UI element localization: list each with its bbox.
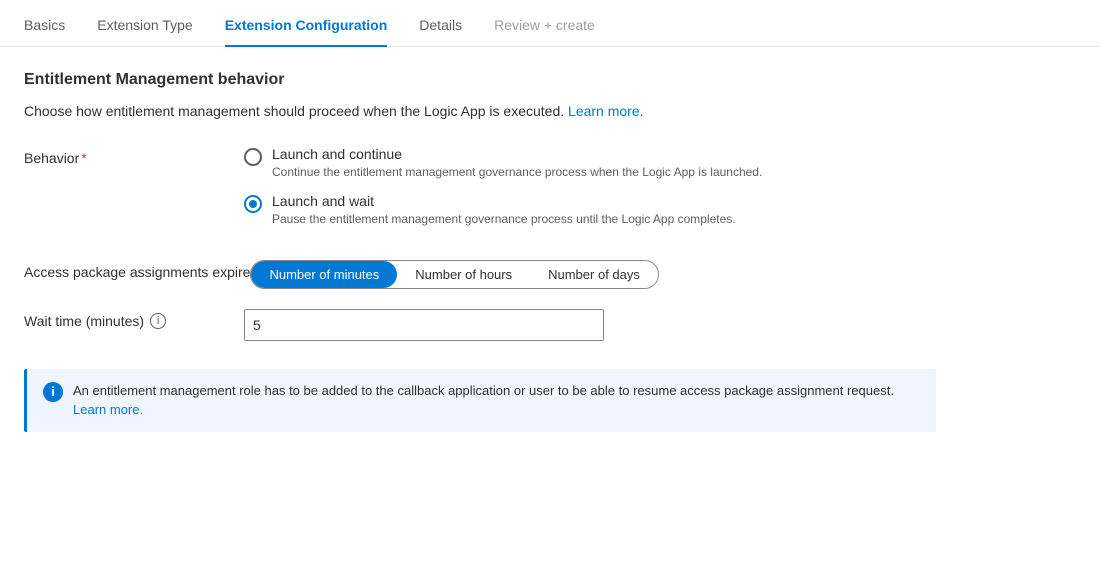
radio-launch-wait[interactable]: Launch and wait Pause the entitlement ma… (244, 193, 936, 228)
tab-extension-configuration[interactable]: Extension Configuration (225, 1, 388, 47)
wait-time-row: Wait time (minutes) i (24, 309, 936, 341)
tab-details[interactable]: Details (419, 1, 462, 47)
learn-more-link-top[interactable]: Learn more. (568, 103, 643, 119)
tab-basics[interactable]: Basics (24, 1, 65, 47)
learn-more-link-banner[interactable]: Learn more. (73, 402, 143, 417)
wait-time-label-wrap: Wait time (minutes) i (24, 309, 244, 329)
tab-review-create: Review + create (494, 1, 595, 47)
section-title: Entitlement Management behavior (24, 71, 936, 89)
radio-sublabel-launch-continue: Continue the entitlement management gove… (272, 164, 762, 181)
wait-time-label: Wait time (minutes) (24, 313, 144, 329)
radio-circle-launch-wait[interactable] (244, 195, 262, 213)
wait-time-input[interactable] (244, 309, 604, 341)
info-banner-text: An entitlement management role has to be… (73, 381, 920, 420)
nav-tabs: Basics Extension Type Extension Configur… (0, 0, 1100, 47)
main-content: Entitlement Management behavior Choose h… (0, 47, 960, 456)
wait-time-info-icon[interactable]: i (150, 313, 166, 329)
radio-label-launch-continue: Launch and continue (272, 146, 762, 162)
info-banner-icon: i (43, 382, 63, 402)
expire-toggle-group: Number of minutes Number of hours Number… (250, 260, 658, 289)
tab-extension-type[interactable]: Extension Type (97, 1, 192, 47)
radio-sublabel-launch-wait: Pause the entitlement management governa… (272, 211, 736, 228)
access-expire-row: Access package assignments expire Number… (24, 260, 936, 289)
section-description: Choose how entitlement management should… (24, 101, 936, 122)
behavior-options: Launch and continue Continue the entitle… (244, 146, 936, 240)
toggle-group-wrap: Number of minutes Number of hours Number… (250, 260, 936, 289)
access-label: Access package assignments expire (24, 260, 250, 280)
behavior-row: Behavior* Launch and continue Continue t… (24, 146, 936, 240)
wait-time-input-wrap (244, 309, 936, 341)
radio-circle-launch-continue[interactable] (244, 148, 262, 166)
toggle-hours[interactable]: Number of hours (397, 261, 530, 288)
toggle-minutes[interactable]: Number of minutes (251, 261, 397, 288)
radio-launch-continue[interactable]: Launch and continue Continue the entitle… (244, 146, 936, 181)
info-banner: i An entitlement management role has to … (24, 369, 936, 432)
radio-label-launch-wait: Launch and wait (272, 193, 736, 209)
required-star: * (81, 150, 86, 166)
toggle-days[interactable]: Number of days (530, 261, 658, 288)
behavior-label: Behavior* (24, 146, 244, 166)
